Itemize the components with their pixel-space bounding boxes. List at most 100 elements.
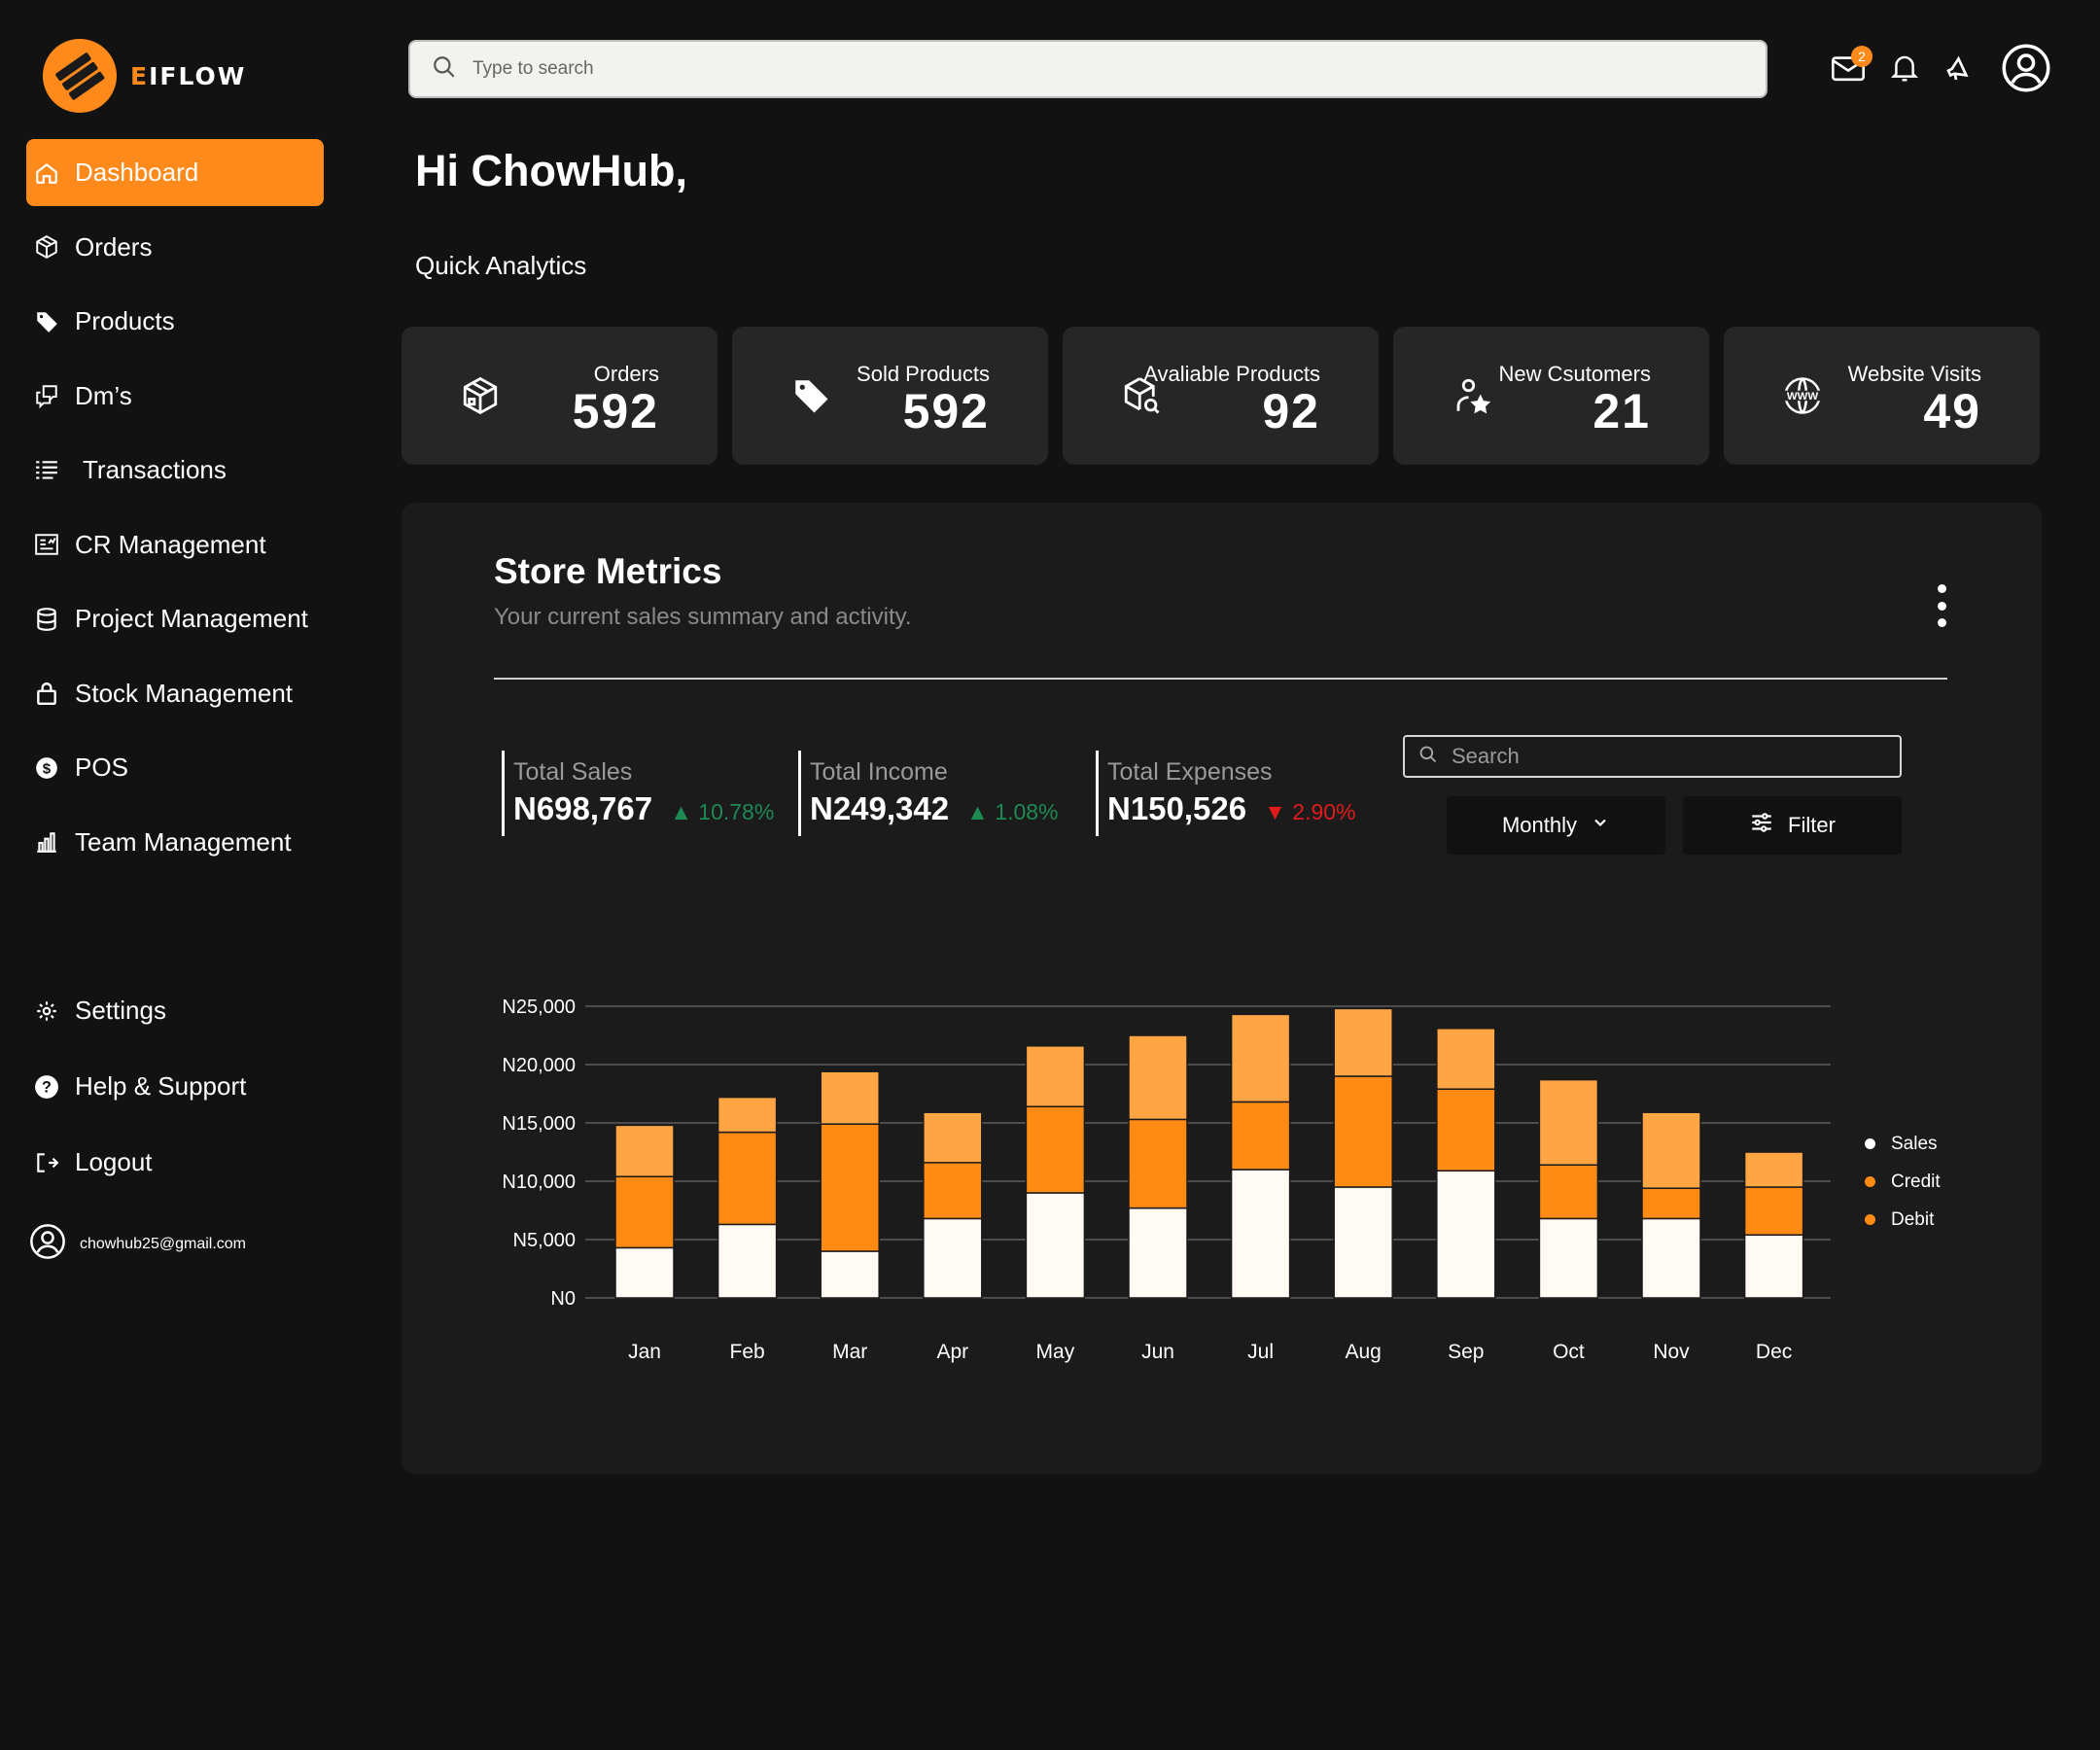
- search-icon: [432, 54, 457, 85]
- kpi-total-expenses: Total Expenses N150,526 ▼ 2.90%: [1096, 751, 1356, 836]
- page-greeting: Hi ChowHub,: [415, 146, 687, 195]
- period-dropdown[interactable]: Monthly: [1447, 796, 1665, 855]
- stat-card-value: 21: [1592, 384, 1651, 438]
- kpi-label: Total Expenses: [1107, 758, 1273, 786]
- kpi-value: N249,342: [810, 790, 950, 826]
- kpi-label: Total Sales: [513, 758, 633, 786]
- store-metrics-subtitle: Your current sales summary and activity.: [494, 604, 912, 630]
- sidebar-item-products[interactable]: Products: [26, 288, 324, 355]
- tag-icon: [790, 375, 831, 416]
- stat-card-orders[interactable]: Orders 592: [402, 327, 718, 465]
- kpi-total-sales: Total Sales N698,767 ▲ 10.78%: [502, 751, 774, 836]
- sidebar-item-label: Project Management: [75, 604, 308, 633]
- stat-card-value: 49: [1923, 384, 1981, 438]
- stat-card-new-customers[interactable]: New Csutomers 21: [1393, 327, 1709, 465]
- bar-chart-icon: [34, 829, 59, 855]
- sidebar-item-help-support[interactable]: ? Help & Support: [26, 1053, 324, 1120]
- logo-text-rest: IFLOW: [149, 61, 247, 90]
- quick-analytics-cards: Orders 592 Sold Products 592 Avaliable P…: [402, 327, 2040, 465]
- svg-text:WWW: WWW: [1787, 391, 1818, 402]
- chevron-down-icon: [1591, 813, 1610, 838]
- lock-icon: [34, 681, 59, 706]
- globe-www-icon: WWW: [1782, 375, 1823, 416]
- legend-item-debit: Debit: [1865, 1201, 1941, 1239]
- app-logo[interactable]: EIFLOW: [43, 39, 246, 113]
- period-dropdown-label: Monthly: [1501, 813, 1578, 837]
- chart-legend: Sales Credit Debit: [1865, 1125, 1941, 1239]
- tag-icon: [34, 309, 59, 334]
- kpi-value: N698,767: [513, 790, 653, 826]
- sidebar-item-orders[interactable]: Orders: [26, 214, 324, 281]
- kpi-change: ▼ 2.90%: [1264, 799, 1356, 824]
- sidebar-item-team-management[interactable]: Team Management: [26, 809, 324, 876]
- announcements-button[interactable]: [1944, 52, 1976, 88]
- profile-button[interactable]: [2001, 43, 2051, 98]
- mail-button[interactable]: 2: [1832, 46, 1872, 88]
- sidebar-item-label: Stock Management: [75, 678, 294, 708]
- mail-count-badge: 2: [1851, 46, 1872, 67]
- database-icon: [34, 607, 59, 632]
- sidebar-item-project-management[interactable]: Project Management: [26, 585, 324, 652]
- sidebar-item-dashboard[interactable]: Dashboard: [26, 139, 324, 206]
- legend-dot: [1865, 1214, 1875, 1225]
- sidebar-item-label: Dm’s: [75, 380, 132, 410]
- chat-icon: [34, 383, 59, 408]
- sidebar-item-label: Team Management: [75, 826, 292, 857]
- legend-label: Debit: [1891, 1208, 1935, 1230]
- kpi-total-income: Total Income N249,342 ▲ 1.08%: [798, 751, 1059, 836]
- box-icon: [34, 234, 59, 260]
- sidebar-item-pos[interactable]: $ POS: [26, 734, 324, 801]
- sidebar-item-label: Transactions: [83, 455, 227, 484]
- sidebar-item-transactions[interactable]: Transactions: [26, 437, 324, 504]
- home-icon: [34, 160, 59, 186]
- global-search-input[interactable]: [472, 58, 1639, 80]
- box-icon: [460, 375, 501, 416]
- profile-icon: [2001, 43, 2051, 98]
- quick-analytics-heading: Quick Analytics: [415, 251, 587, 280]
- sidebar-item-settings[interactable]: Settings: [26, 977, 324, 1044]
- stat-card-website-visits[interactable]: WWW Website Visits 49: [1724, 327, 2040, 465]
- top-toolbar: 2: [1832, 43, 2051, 98]
- filter-button[interactable]: Filter: [1683, 796, 1902, 855]
- user-star-icon: [1452, 375, 1492, 416]
- legend-dot: [1865, 1176, 1875, 1187]
- bell-icon: [1890, 52, 1919, 88]
- stat-card-available-products[interactable]: Avaliable Products 92: [1063, 327, 1379, 465]
- sidebar-item-label: Logout: [75, 1147, 153, 1176]
- logo-mark-icon: [43, 39, 117, 113]
- legend-item-sales: Sales: [1865, 1125, 1941, 1163]
- logout-icon: [34, 1150, 59, 1175]
- store-metrics-title: Store Metrics: [494, 551, 722, 591]
- sidebar-item-dms[interactable]: Dm’s: [26, 363, 324, 430]
- more-options-icon[interactable]: [1932, 584, 1951, 627]
- sidebar-item-label: Orders: [75, 231, 153, 262]
- notifications-button[interactable]: [1890, 52, 1919, 88]
- kpi-label: Total Income: [810, 758, 948, 786]
- metrics-search-bar: [1403, 735, 1902, 778]
- megaphone-icon: [1944, 52, 1976, 88]
- sidebar-item-label: Products: [75, 306, 175, 335]
- legend-label: Sales: [1891, 1133, 1938, 1154]
- metrics-search-input[interactable]: [1452, 744, 1879, 769]
- crm-icon: [34, 532, 59, 557]
- sidebar-item-label: POS: [75, 752, 128, 782]
- sidebar-item-stock-management[interactable]: Stock Management: [26, 660, 324, 727]
- svg-text:$: $: [43, 760, 52, 777]
- sidebar-item-label: CR Management: [75, 529, 266, 559]
- legend-dot: [1865, 1138, 1875, 1149]
- list-icon: [34, 458, 59, 483]
- logo-text-accent: E: [130, 61, 150, 90]
- sidebar-nav: Dashboard Orders Products Dm’s Transacti…: [26, 139, 324, 883]
- search-icon: [1418, 745, 1438, 769]
- user-avatar-icon: [29, 1223, 66, 1265]
- stat-card-value: 592: [572, 384, 659, 438]
- global-search-bar: [408, 40, 1768, 98]
- sidebar-item-label: Settings: [75, 996, 166, 1025]
- sidebar-item-logout[interactable]: Logout: [26, 1129, 324, 1196]
- sidebar-item-cr-management[interactable]: CR Management: [26, 511, 324, 578]
- kpi-change: ▲ 10.78%: [670, 799, 775, 824]
- user-email: chowhub25@gmail.com: [80, 1235, 246, 1252]
- store-metrics-panel: Store Metrics Your current sales summary…: [402, 503, 2042, 1474]
- user-account[interactable]: chowhub25@gmail.com: [29, 1223, 246, 1265]
- stat-card-sold-products[interactable]: Sold Products 592: [732, 327, 1048, 465]
